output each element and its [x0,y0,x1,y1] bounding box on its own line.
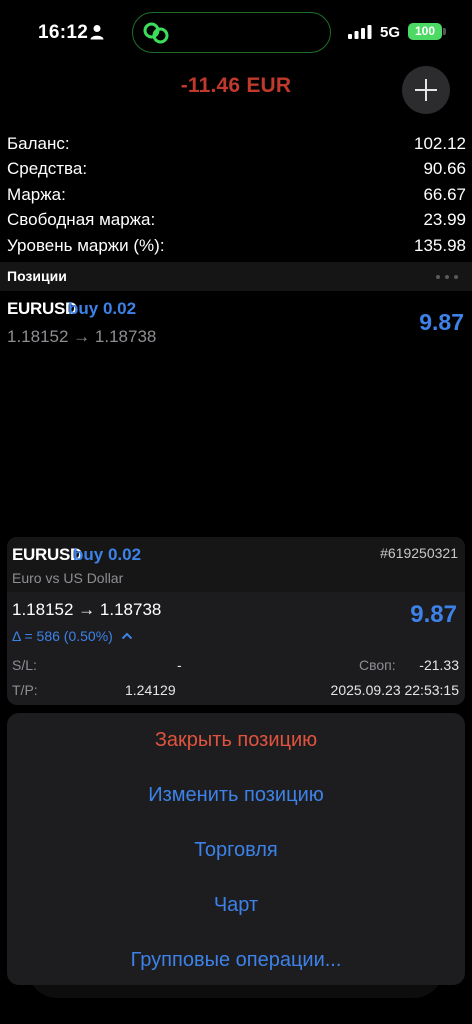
position-profit: 9.87 [419,309,464,335]
tp-value: 1.24129 [125,682,176,698]
detail-prices: 1.18152 → 1.18738 [12,600,162,619]
position-detail-card: EURUSD buy 0.02 #619250321 Euro vs US Do… [7,537,465,705]
summary-value: 102.12 [414,134,466,153]
dynamic-island[interactable] [132,12,331,53]
person-icon [90,25,104,40]
positions-title: Позиции [7,268,67,284]
plus-icon-stroke [424,79,428,101]
trade-button[interactable]: Торговля [7,839,465,862]
account-summary: Баланс: 102.12 Средства: 90.66 Маржа: 66… [7,131,466,258]
summary-value: 66.67 [423,184,466,204]
summary-label: Свободная маржа: [7,210,156,230]
summary-value: 90.66 [423,159,466,179]
detail-side: buy 0.02 [73,545,142,564]
summary-label: Баланс: [7,134,70,153]
summary-value: 23.99 [423,210,466,230]
action-sheet: Закрыть позицию Изменить позицию Торговл… [7,713,465,985]
chevron-up-icon [121,632,132,640]
summary-label: Уровень маржи (%): [7,235,165,255]
bulk-operations-button[interactable]: Групповые операции... [7,949,465,972]
detail-profit: 9.87 [410,601,457,628]
summary-row-balance: Баланс: 102.12 [7,131,466,156]
detail-delta-text: Δ = 586 (0.50%) [12,628,113,644]
sl-value: - [177,657,182,673]
detail-delta: Δ = 586 (0.50%) [12,628,133,644]
detail-description: Euro vs US Dollar [12,570,124,586]
sl-label: S/L: [12,657,37,673]
summary-row-margin-level: Уровень маржи (%): 135.98 [7,233,466,258]
summary-row-free-margin: Свободная маржа: 23.99 [7,207,466,232]
summary-value: 135.98 [414,235,466,255]
more-icon[interactable] [436,275,458,279]
modify-position-button[interactable]: Изменить позицию [7,784,465,807]
link-icon [143,22,169,44]
summary-label: Средства: [7,159,88,179]
chart-button[interactable]: Чарт [7,894,465,917]
signal-icon [348,25,372,39]
add-order-button[interactable] [402,66,450,114]
open-time: 2025.09.23 22:53:15 [330,682,459,698]
position-symbol: EURUSD [7,299,77,318]
summary-row-equity: Средства: 90.66 [7,156,466,181]
detail-symbol: EURUSD [12,545,82,564]
status-bar: 16:12 5G 100 [0,0,472,62]
swap-label: Своп: [359,657,396,673]
summary-label: Маржа: [7,184,66,204]
tp-label: T/P: [12,682,38,698]
summary-row-margin: Маржа: 66.67 [7,182,466,207]
battery-indicator: 100 [408,23,442,40]
close-position-button[interactable]: Закрыть позицию [7,729,465,752]
network-label: 5G [380,24,401,41]
swap-value: -21.33 [419,657,459,673]
battery-tip [443,28,446,35]
detail-header: EURUSD buy 0.02 #619250321 Euro vs US Do… [7,537,465,592]
status-time: 16:12 [38,22,89,43]
position-list-item[interactable]: EURUSD buy 0.02 1.18152 → 1.18738 9.87 [0,293,472,353]
positions-section-header: Позиции [0,262,472,291]
position-prices: 1.18152 → 1.18738 [7,327,157,346]
position-side: buy 0.02 [68,299,137,318]
floating-profit-total: -11.46 EUR [180,74,292,97]
detail-ticket: #619250321 [380,545,458,561]
